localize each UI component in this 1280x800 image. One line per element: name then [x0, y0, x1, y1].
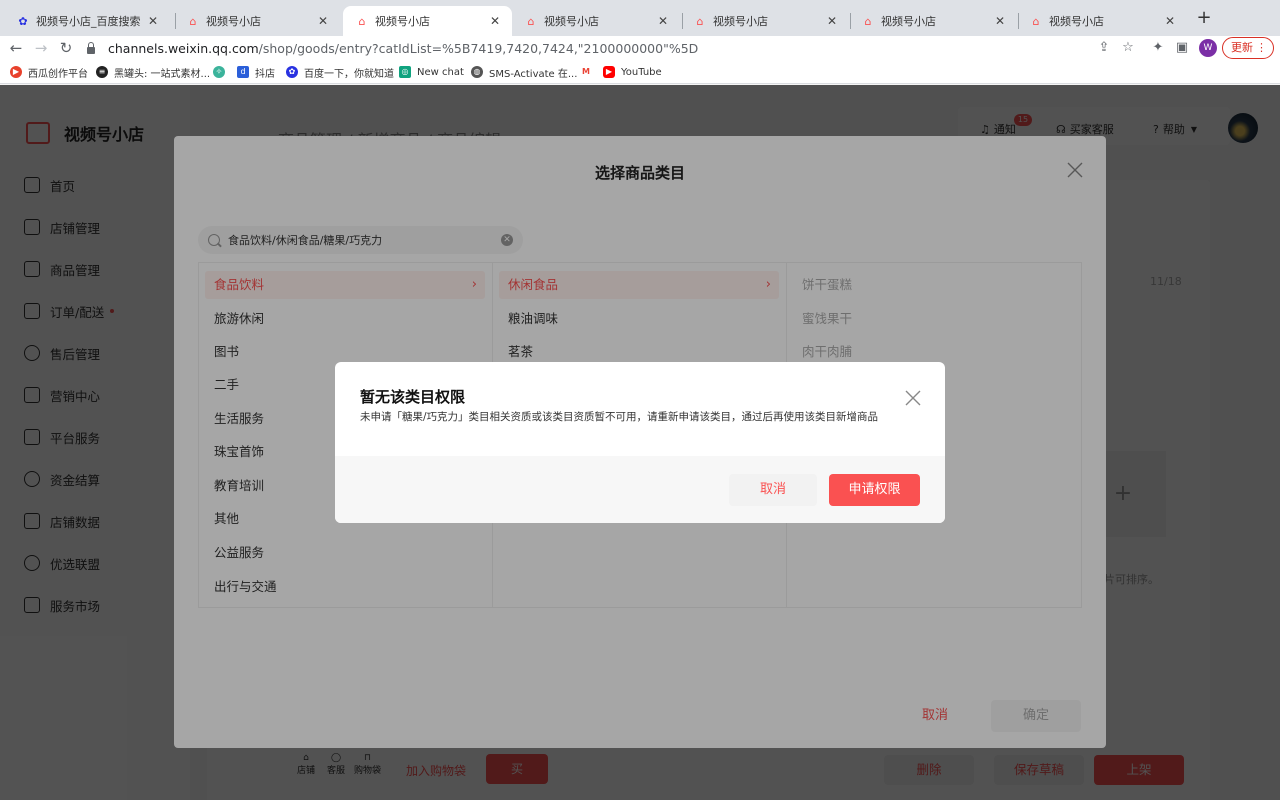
globe-icon: ◍	[471, 66, 483, 78]
gmail-icon: M	[580, 66, 592, 78]
bookmark-item[interactable]: ▶ 西瓜创作平台	[10, 64, 88, 80]
url-host: channels.weixin.qq.com	[108, 40, 259, 56]
forward-icon[interactable]: →	[31, 38, 51, 58]
browser-tab[interactable]: ✿ 视频号小店_百度搜索 ✕	[4, 6, 170, 36]
tab-title: 视频号小店_百度搜索	[36, 15, 141, 28]
share-icon[interactable]: ⇪	[1094, 38, 1114, 58]
url-path: /shop/goods/entry?catIdList=%5B7419,7420…	[258, 40, 699, 56]
bookmark-item[interactable]: d 抖店	[237, 64, 275, 80]
permission-alert-dialog: 暂无该类目权限 未申请「糖果/巧克力」类目相关资质或该类目资质暂不可用，请重新申…	[335, 362, 945, 523]
shop-icon: ⌂	[189, 14, 197, 28]
star-icon[interactable]: ☆	[1118, 38, 1138, 58]
close-tab-icon[interactable]: ✕	[656, 14, 670, 28]
bookmark-item[interactable]: ◎ New chat	[399, 64, 464, 80]
new-tab-icon[interactable]: +	[1194, 9, 1214, 29]
shop-icon: ⌂	[358, 14, 366, 28]
browser-tabstrip: ✿ 视频号小店_百度搜索 ✕ ⌂ 视频号小店 ✕ ⌂ 视频号小店 ✕ ⌂ 视频号…	[0, 0, 1280, 36]
bookmark-label: SMS-Activate 在...	[489, 68, 578, 80]
alert-footer: 取消 申请权限	[335, 456, 945, 523]
alert-message: 未申请「糖果/巧克力」类目相关资质或该类目资质暂不可用，请重新申请该类目，通过后…	[360, 411, 879, 423]
browser-tab-active[interactable]: ⌂ 视频号小店 ✕	[343, 6, 512, 36]
tab-title: 视频号小店	[375, 15, 430, 28]
extensions-icon[interactable]: ✦	[1148, 38, 1168, 58]
browser-tab[interactable]: ⌂ 视频号小店 ✕	[174, 6, 340, 36]
bookmark-label: 西瓜创作平台	[28, 68, 88, 80]
profile-avatar[interactable]: W	[1199, 39, 1217, 57]
youtube-icon: ▶	[603, 66, 615, 78]
bookmark-label: 百度一下，你就知道	[304, 68, 394, 80]
sidepanel-icon[interactable]: ▣	[1172, 38, 1192, 58]
update-button[interactable]: 更新 ⋮	[1222, 37, 1274, 59]
bookmark-label: New chat	[417, 66, 464, 78]
close-tab-icon[interactable]: ✕	[488, 14, 502, 28]
browser-tab[interactable]: ⌂ 视频号小店 ✕	[681, 6, 849, 36]
close-tab-icon[interactable]: ✕	[993, 14, 1007, 28]
alert-cancel-button[interactable]: 取消	[729, 474, 817, 506]
browser-tab[interactable]: ⌂ 视频号小店 ✕	[1017, 6, 1187, 36]
shop-icon: ⌂	[1032, 14, 1040, 28]
lock-icon	[84, 41, 98, 55]
close-tab-icon[interactable]: ✕	[146, 14, 160, 28]
tab-title: 视频号小店	[544, 15, 599, 28]
shop-icon: ⌂	[864, 14, 872, 28]
browser-toolbar: ← → ↻ channels.weixin.qq.com/shop/goods/…	[0, 36, 1280, 60]
browser-tab[interactable]: ⌂ 视频号小店 ✕	[512, 6, 680, 36]
bookmark-label: 抖店	[255, 68, 275, 80]
bookmark-item[interactable]: ▶ YouTube	[603, 64, 662, 80]
update-label: 更新	[1231, 41, 1253, 54]
bookmarks-bar: ▶ 西瓜创作平台 ≡ 黑罐头: 一站式素材... ✧ d 抖店 ✿ 百度一下，你就知道 …	[0, 60, 1280, 84]
leaf-icon: ✧	[213, 66, 225, 78]
chatgpt-icon: ◎	[399, 66, 411, 78]
tab-title: 视频号小店	[881, 15, 936, 28]
alert-title: 暂无该类目权限	[360, 388, 466, 406]
close-icon[interactable]	[905, 390, 921, 406]
close-tab-icon[interactable]: ✕	[316, 14, 330, 28]
doudian-icon: d	[237, 66, 249, 78]
bookmark-label: YouTube	[621, 66, 662, 78]
address-bar[interactable]: channels.weixin.qq.com/shop/goods/entry?…	[84, 36, 1144, 60]
bookmark-item[interactable]: ≡ 黑罐头: 一站式素材...	[96, 64, 210, 80]
tab-title: 视频号小店	[1049, 15, 1104, 28]
reload-icon[interactable]: ↻	[56, 38, 76, 58]
heiguantou-icon: ≡	[96, 66, 108, 78]
shop-icon: ⌂	[527, 14, 535, 28]
browser-tab[interactable]: ⌂ 视频号小店 ✕	[849, 6, 1017, 36]
tab-title: 视频号小店	[713, 15, 768, 28]
more-icon: ⋮	[1256, 41, 1267, 54]
bookmark-item[interactable]: ✧	[213, 64, 231, 80]
bookmark-item[interactable]: ◍ SMS-Activate 在...	[471, 64, 577, 80]
bookmark-label: 黑罐头: 一站式素材...	[114, 68, 211, 80]
bookmark-item[interactable]: ✿ 百度一下，你就知道	[286, 64, 394, 80]
tab-title: 视频号小店	[206, 15, 261, 28]
back-icon[interactable]: ←	[6, 38, 26, 58]
close-tab-icon[interactable]: ✕	[1163, 14, 1177, 28]
baidu-icon: ✿	[18, 14, 28, 28]
shop-icon: ⌂	[696, 14, 704, 28]
xigua-icon: ▶	[10, 66, 22, 78]
bookmark-item[interactable]: M	[580, 64, 598, 80]
close-tab-icon[interactable]: ✕	[825, 14, 839, 28]
apply-permission-button[interactable]: 申请权限	[829, 474, 920, 506]
baidu-icon: ✿	[286, 66, 298, 78]
